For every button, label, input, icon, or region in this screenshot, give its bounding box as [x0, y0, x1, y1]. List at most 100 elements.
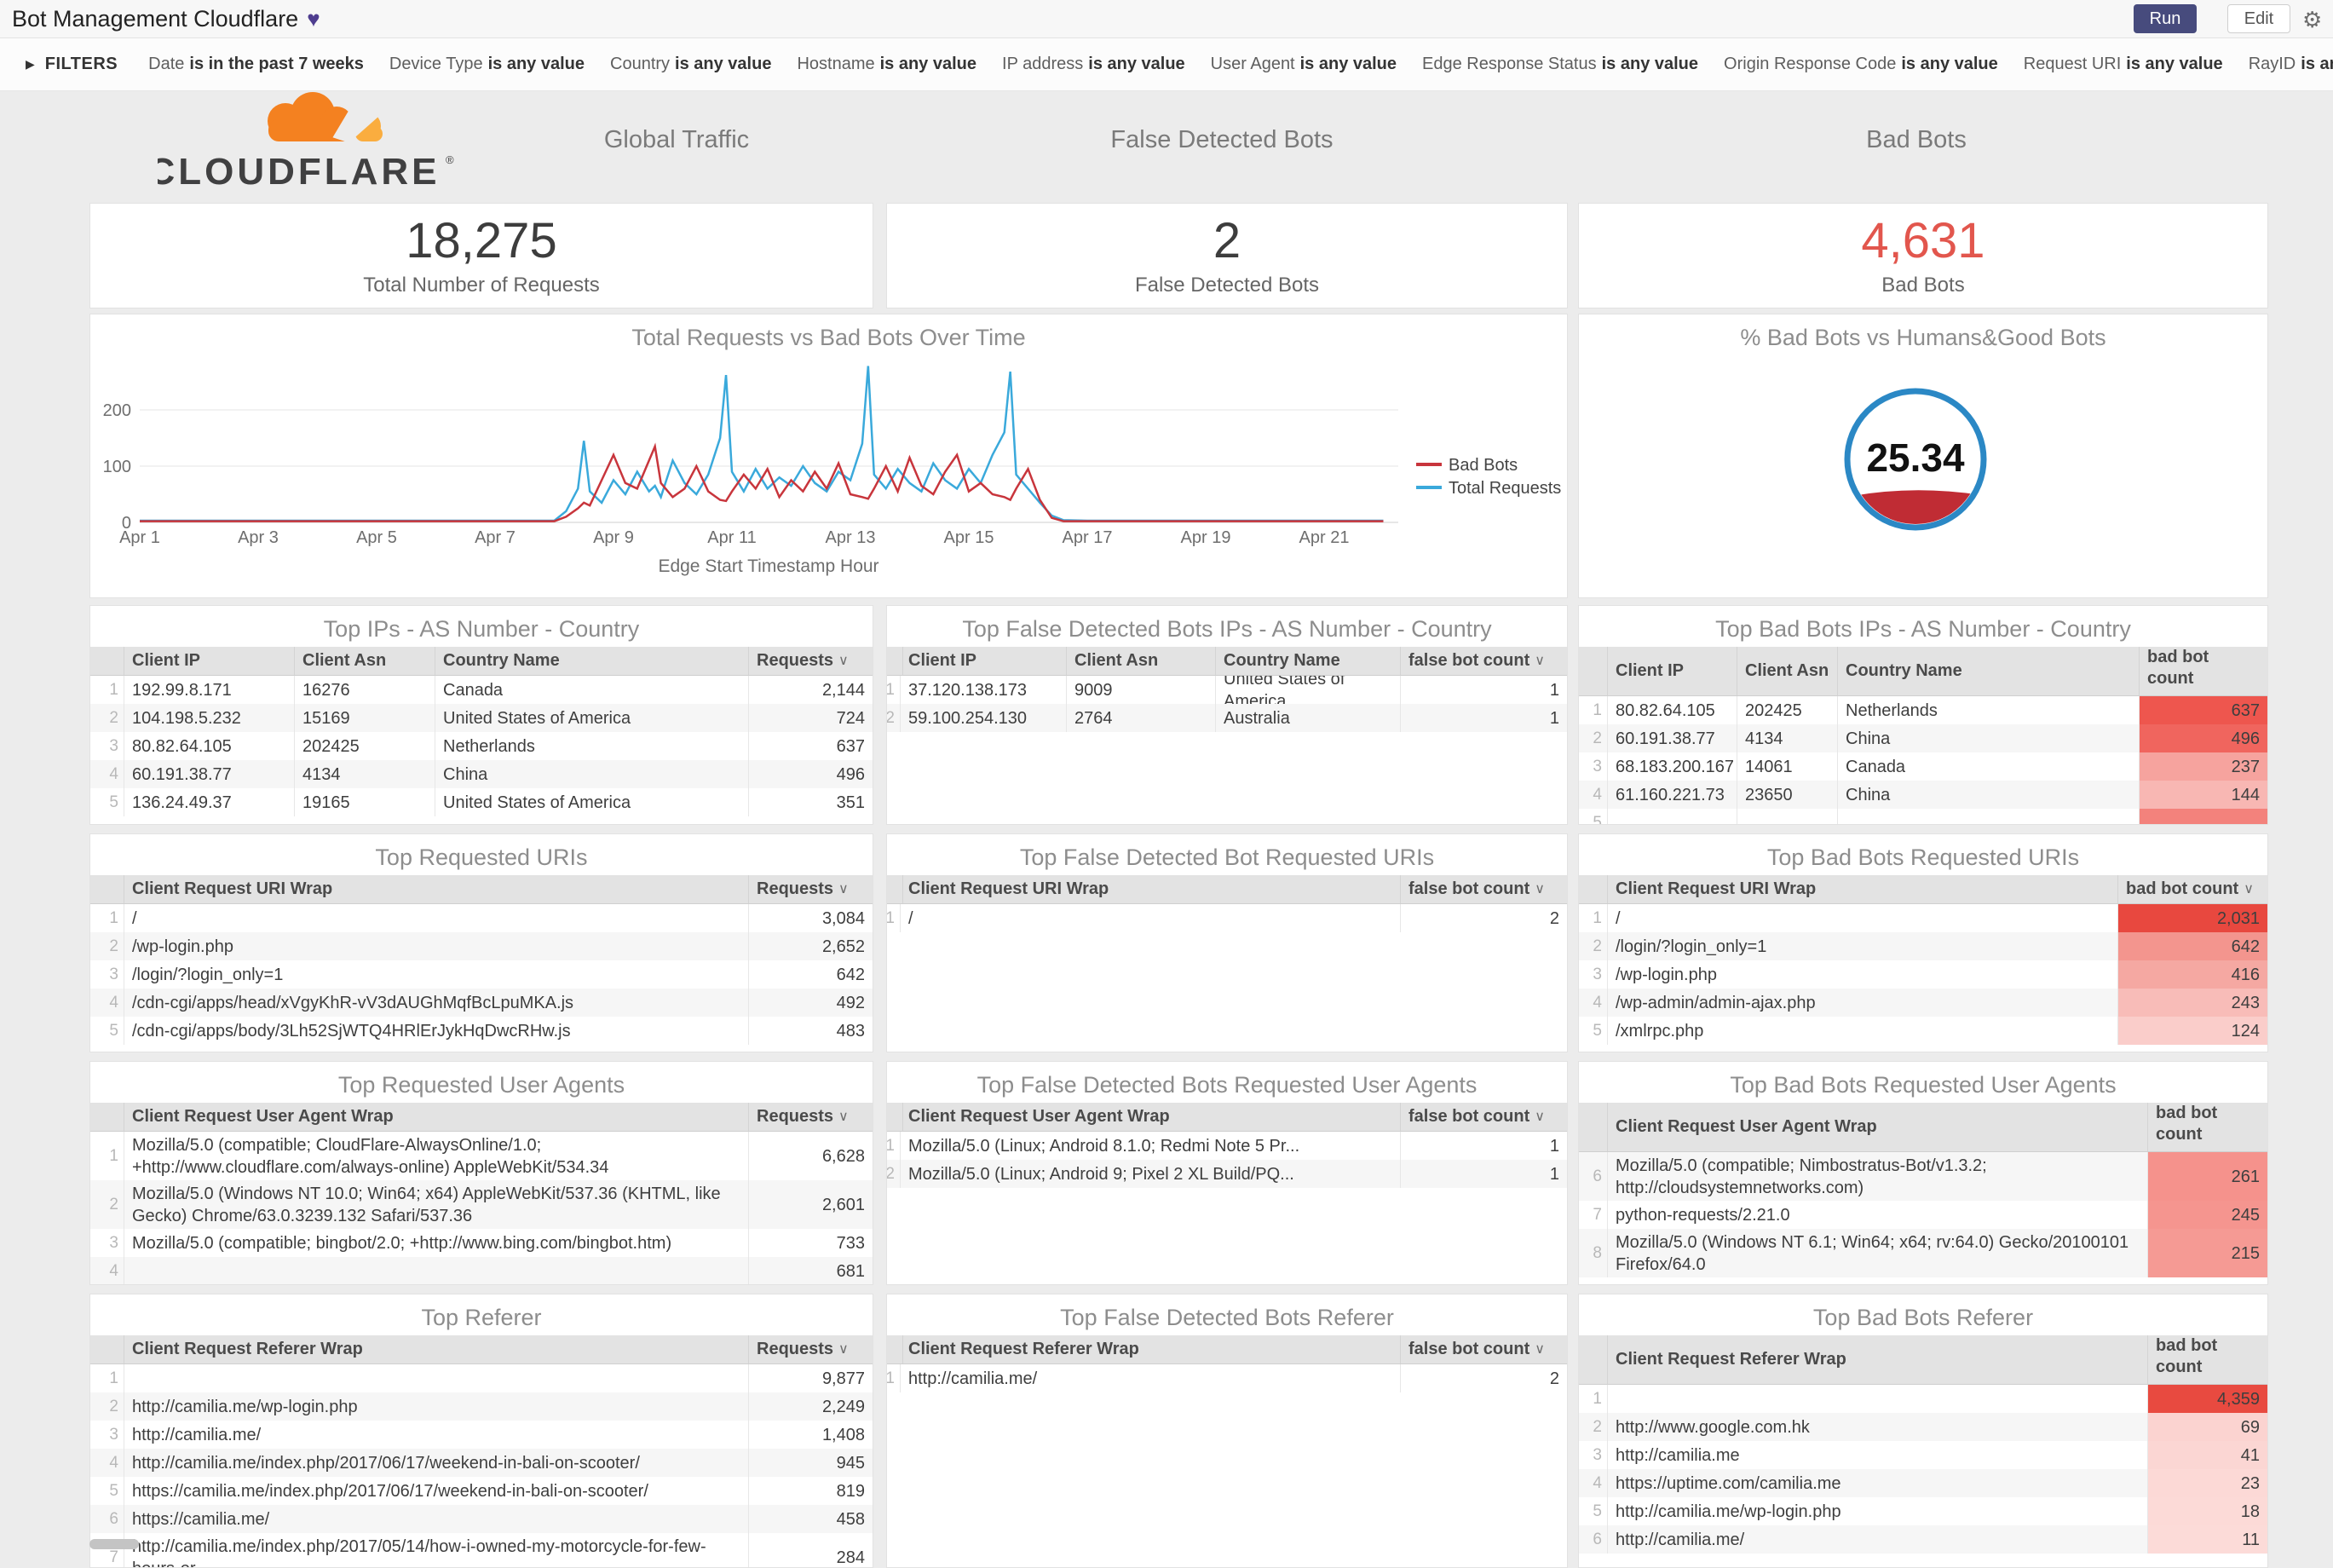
sort-column-header[interactable]: Requests ∨: [749, 647, 873, 675]
x-tick-label: Apr 3: [238, 528, 279, 547]
value-cell: 681: [836, 1261, 865, 1281]
column-header[interactable]: Client Request Referer Wrap: [124, 1335, 749, 1363]
table-row[interactable]: 2 104.198.5.232 15169 United States of Amer…: [90, 704, 873, 732]
filter-item[interactable]: IP address is any value: [1002, 55, 1185, 74]
column-header[interactable]: Client Asn: [1067, 647, 1216, 675]
run-button[interactable]: Run: [2134, 4, 2197, 33]
table-row[interactable]: 4 60.191.38.77 4134 China 496: [90, 760, 873, 788]
sort-column-header[interactable]: Requests ∨: [749, 875, 873, 903]
table-row[interactable]: 7 http://camilia.me/index.php/2017/05/14/…: [90, 1533, 873, 1567]
filter-item[interactable]: Device Type is any value: [389, 55, 585, 74]
table-row[interactable]: 1 80.82.64.105 202425 Netherlands 637: [1579, 696, 2267, 724]
table-row[interactable]: 3 68.183.200.167 14061 Canada 237: [1579, 752, 2267, 781]
horizontal-scrollbar[interactable]: [89, 1539, 139, 1549]
sort-column-header[interactable]: bad bot count∨: [2148, 1335, 2267, 1384]
column-header[interactable]: Client Request User Agent Wrap: [1608, 1103, 2148, 1151]
table-row[interactable]: 1 Mozilla/5.0 (compatible; CloudFlare-Alw…: [90, 1132, 873, 1180]
table-row[interactable]: 1/2,031: [1579, 904, 2267, 932]
column-header[interactable]: Client IP: [901, 647, 1067, 675]
gear-icon[interactable]: ⚙: [2302, 7, 2322, 33]
table-row[interactable]: 1 192.99.8.171 16276 Canada 2,144: [90, 676, 873, 704]
table-row[interactable]: 8 Mozilla/5.0 (Windows NT 6.1; Win64; x64…: [1579, 1229, 2267, 1277]
sort-column-header[interactable]: false bot count ∨: [1401, 1335, 1567, 1363]
table-row[interactable]: 4/wp-admin/admin-ajax.php 243: [1579, 989, 2267, 1017]
filter-item[interactable]: User Agent is any value: [1211, 55, 1397, 74]
table-row[interactable]: 3 http://camilia.me/1,408: [90, 1421, 873, 1449]
column-header[interactable]: Client IP: [1608, 647, 1737, 695]
row-index: 5: [1579, 1497, 1608, 1525]
table-row[interactable]: 1Mozilla/5.0 (Linux; Android 8.1.0; Redm…: [887, 1132, 1567, 1160]
filter-item[interactable]: Hostname is any value: [797, 55, 976, 74]
table-row[interactable]: 4/cdn-cgi/apps/head/xVgyKhR-vV3dAUGhMqfB…: [90, 989, 873, 1017]
column-header[interactable]: Client Request User Agent Wrap: [124, 1103, 749, 1131]
filters-toggle[interactable]: ▶ FILTERS: [26, 55, 118, 74]
column-header[interactable]: Client Request URI Wrap: [1608, 875, 2118, 903]
column-header[interactable]: Client Request User Agent Wrap: [901, 1103, 1401, 1131]
table-row[interactable]: 1/ 3,084: [90, 904, 873, 932]
column-header[interactable]: Client IP: [124, 647, 295, 675]
table-row[interactable]: 2 http://camilia.me/wp-login.php 2,249: [90, 1392, 873, 1421]
value-cell: 237: [2140, 752, 2267, 781]
table-row[interactable]: 5/xmlrpc.php 124: [1579, 1017, 2267, 1045]
filter-item[interactable]: Edge Response Status is any value: [1422, 55, 1698, 74]
table-row[interactable]: 5 136.24.49.37 19165 United States of Ameri…: [90, 788, 873, 816]
table-row[interactable]: 1 4,359: [1579, 1385, 2267, 1413]
table-row[interactable]: 2/wp-login.php 2,652: [90, 932, 873, 960]
table-row[interactable]: 4 https://uptime.com/camilia.me 23: [1579, 1469, 2267, 1497]
table-row[interactable]: 6 http://camilia.me/11: [1579, 1525, 2267, 1554]
table-row[interactable]: 5 http://camilia.me/wp-login.php 18: [1579, 1497, 2267, 1525]
table-row[interactable]: 4 61.160.221.73 23650 China 144: [1579, 781, 2267, 809]
filter-item[interactable]: Date is in the past 7 weeks: [148, 55, 364, 74]
table-row[interactable]: 6 https://camilia.me/458: [90, 1505, 873, 1533]
table-row[interactable]: 3 Mozilla/5.0 (compatible; bingbot/2.0; +…: [90, 1229, 873, 1257]
table-cell: 60.191.38.77: [1608, 724, 1737, 752]
x-tick-label: Apr 5: [356, 528, 397, 547]
table-row[interactable]: 137.120.138.1739009United States of Amer…: [887, 676, 1567, 704]
table-row[interactable]: 1/ 2: [887, 904, 1567, 932]
filter-item[interactable]: Country is any value: [610, 55, 771, 74]
table-row[interactable]: 5: [1579, 809, 2267, 824]
table-row[interactable]: 2 http://www.google.com.hk 69: [1579, 1413, 2267, 1441]
filter-item[interactable]: Request URI is any value: [2024, 55, 2223, 74]
column-header[interactable]: Client Request URI Wrap: [901, 875, 1401, 903]
column-header[interactable]: Country Name: [435, 647, 749, 675]
table-row[interactable]: 2/login/?login_only=1 642: [1579, 932, 2267, 960]
column-header[interactable]: Client Request Referer Wrap: [901, 1335, 1401, 1363]
table-row[interactable]: 6 Mozilla/5.0 (compatible; Nimbostratus-B…: [1579, 1152, 2267, 1201]
sort-column-header[interactable]: false bot count ∨: [1401, 875, 1567, 903]
filter-item[interactable]: RayID is any value: [2249, 55, 2333, 74]
edit-button[interactable]: Edit: [2227, 4, 2290, 33]
sort-column-header[interactable]: false bot count ∨: [1401, 1103, 1567, 1131]
timeseries-plot[interactable]: 0100200Apr 1 Apr 3 Apr 5 Apr 7 Apr 9 Apr 11 Ap…: [90, 314, 1567, 597]
table-row[interactable]: 5 https://camilia.me/index.php/2017/06/17…: [90, 1477, 873, 1505]
sort-column-header[interactable]: Requests ∨: [749, 1103, 873, 1131]
table-row[interactable]: 7 python-requests/2.21.0 245: [1579, 1201, 2267, 1229]
table-row[interactable]: 1http://camilia.me/2: [887, 1364, 1567, 1392]
table-row[interactable]: 4 http://camilia.me/index.php/2017/06/17/…: [90, 1449, 873, 1477]
table-row[interactable]: 4 681: [90, 1257, 873, 1284]
table-row[interactable]: 3/wp-login.php 416: [1579, 960, 2267, 989]
table-row[interactable]: 2 Mozilla/5.0 (Windows NT 10.0; Win64; x6…: [90, 1180, 873, 1229]
table-row[interactable]: 2 60.191.38.77 4134 China 496: [1579, 724, 2267, 752]
sort-column-header[interactable]: bad bot count∨: [2148, 1103, 2267, 1151]
sort-column-header[interactable]: Requests ∨: [749, 1335, 873, 1363]
table-row[interactable]: 259.100.254.1302764Australia 1: [887, 704, 1567, 732]
value-cell: 2,652: [821, 937, 865, 956]
table-row[interactable]: 1 9,877: [90, 1364, 873, 1392]
column-header[interactable]: Client Request Referer Wrap: [1608, 1335, 2148, 1384]
sort-column-header[interactable]: false bot count ∨: [1401, 647, 1567, 675]
filter-item[interactable]: Origin Response Code is any value: [1724, 55, 1998, 74]
sort-column-header[interactable]: bad bot count∨: [2118, 875, 2267, 903]
column-header[interactable]: Country Name: [1838, 647, 2140, 695]
table-row[interactable]: 3 80.82.64.105 202425 Netherlands 637: [90, 732, 873, 760]
column-header[interactable]: Country Name: [1216, 647, 1401, 675]
column-header[interactable]: Client Asn: [295, 647, 435, 675]
table-cell: /cdn-cgi/apps/head/xVgyKhR-vV3dAUGhMqfBc…: [124, 989, 749, 1017]
column-header[interactable]: Client Asn: [1737, 647, 1838, 695]
table-row[interactable]: 3 http://camilia.me 41: [1579, 1441, 2267, 1469]
table-row[interactable]: 2Mozilla/5.0 (Linux; Android 9; Pixel 2 …: [887, 1160, 1567, 1188]
table-row[interactable]: 3/login/?login_only=1 642: [90, 960, 873, 989]
table-row[interactable]: 5/cdn-cgi/apps/body/3Lh52SjWTQ4HRlErJykH…: [90, 1017, 873, 1045]
sort-column-header[interactable]: bad bot count∨: [2140, 647, 2267, 695]
column-header[interactable]: Client Request URI Wrap: [124, 875, 749, 903]
